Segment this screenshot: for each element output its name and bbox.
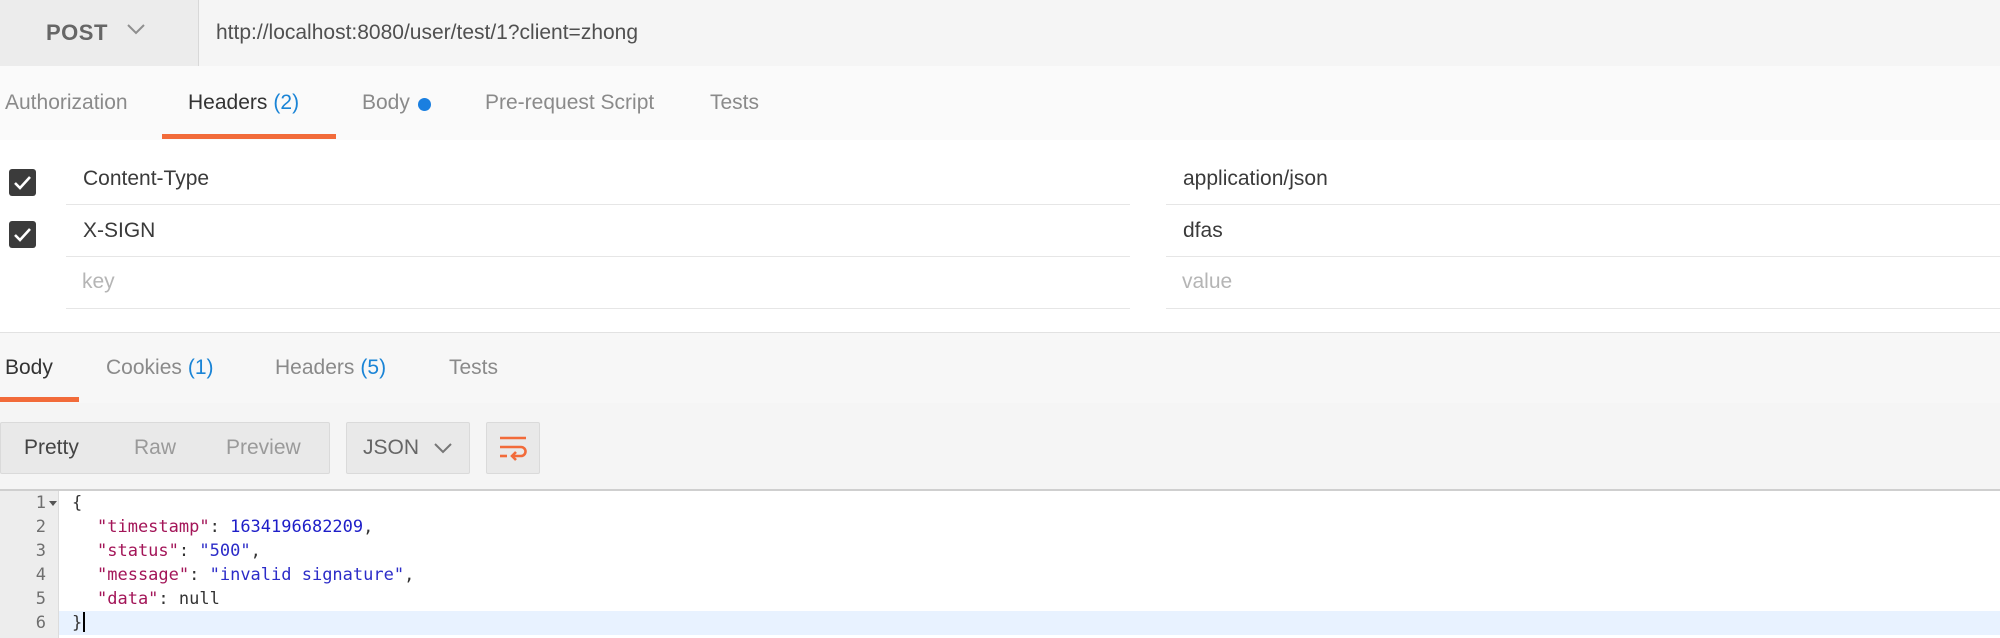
- tab-body[interactable]: Body: [362, 66, 431, 140]
- json-key: "data": [97, 589, 159, 609]
- fold-toggle-icon[interactable]: [49, 501, 57, 506]
- tab-label: Tests: [710, 91, 760, 114]
- json-brace: {: [72, 493, 83, 513]
- line-number: 4: [35, 565, 46, 585]
- response-tab-headers[interactable]: Headers (5): [275, 333, 386, 403]
- format-label: JSON: [363, 436, 420, 459]
- response-tab-body[interactable]: Body: [5, 333, 53, 403]
- json-string: "500": [199, 541, 251, 561]
- text-cursor: [83, 612, 86, 632]
- header-value: application/json: [1183, 167, 1328, 190]
- code-line: }: [72, 611, 86, 635]
- new-header-key-input[interactable]: [82, 268, 1040, 296]
- line-number-gutter: 1 2 3 4 5 6: [0, 491, 59, 638]
- json-brace: }: [72, 613, 83, 633]
- code-line: {: [72, 491, 82, 515]
- response-tabs: Body Cookies (1) Headers (5) Tests: [0, 332, 2000, 404]
- tab-label: Headers: [188, 91, 268, 114]
- current-line-highlight: [59, 611, 2000, 635]
- header-key-cell[interactable]: X-SIGN: [66, 205, 1130, 257]
- tab-headers[interactable]: Headers (2): [188, 66, 299, 140]
- json-number: 1634196682209: [230, 517, 364, 537]
- response-body-editor[interactable]: 1 2 3 4 5 6 { "timestamp": 1634196682209…: [0, 491, 2000, 638]
- headers-table: Content-Type application/json X-SIGN dfa…: [0, 140, 2000, 332]
- request-bar: POST http://localhost:8080/user/test/1?c…: [0, 0, 2000, 67]
- view-preview-button[interactable]: Preview: [226, 423, 301, 473]
- view-mode-segmented-control: Pretty Raw Preview: [0, 422, 330, 474]
- json-key: "message": [97, 565, 190, 585]
- line-number: 5: [35, 589, 46, 609]
- view-pretty-button[interactable]: Pretty: [24, 423, 79, 473]
- tab-label: Cookies: [106, 356, 182, 379]
- json-key: "status": [97, 541, 179, 561]
- request-tabs: Authorization Headers (2) Body Pre-reque…: [0, 66, 2000, 141]
- code-line: "timestamp": 1634196682209,: [97, 517, 374, 537]
- header-key-cell[interactable]: Content-Type: [66, 153, 1130, 205]
- header-value-cell[interactable]: dfas: [1166, 205, 2000, 257]
- response-tab-tests[interactable]: Tests: [449, 333, 498, 403]
- code-line: "status": "500",: [97, 541, 261, 561]
- tab-authorization[interactable]: Authorization: [5, 66, 128, 140]
- chevron-down-icon: [127, 24, 145, 35]
- header-row-checkbox[interactable]: [9, 221, 36, 248]
- line-number: 2: [35, 517, 46, 537]
- code-line: "message": "invalid signature",: [97, 565, 415, 585]
- tab-label: Authorization: [5, 91, 128, 114]
- line-number: 1: [35, 493, 46, 513]
- tab-label: Body: [362, 91, 410, 114]
- active-tab-indicator: [162, 134, 336, 139]
- header-key: Content-Type: [83, 167, 210, 190]
- tab-label: Pre-request Script: [485, 91, 655, 114]
- new-header-value-input[interactable]: [1182, 268, 1933, 296]
- json-key: "timestamp": [97, 517, 210, 537]
- chevron-down-icon: [434, 443, 452, 454]
- method-label: POST: [46, 20, 108, 45]
- tab-count: (5): [360, 356, 387, 379]
- wrap-lines-icon: [500, 436, 527, 461]
- modified-dot-icon: [417, 97, 431, 111]
- tab-tests[interactable]: Tests: [710, 66, 759, 140]
- line-number: 6: [35, 613, 46, 633]
- header-row-checkbox[interactable]: [9, 169, 36, 196]
- json-null: null: [178, 589, 220, 609]
- active-tab-indicator: [0, 397, 79, 402]
- view-raw-button[interactable]: Raw: [134, 423, 176, 473]
- new-header-value-cell: [1166, 257, 2000, 309]
- tab-count: (1): [187, 356, 214, 379]
- header-value: dfas: [1183, 219, 1223, 242]
- tab-pre-request-script[interactable]: Pre-request Script: [485, 66, 654, 140]
- checkmark-icon: [14, 176, 31, 190]
- new-header-key-cell: [66, 257, 1130, 309]
- tab-label: Tests: [449, 356, 499, 379]
- header-value-cell[interactable]: application/json: [1166, 153, 2000, 205]
- tab-label: Body: [5, 356, 53, 379]
- tab-label: Headers: [275, 356, 355, 379]
- wrap-lines-button[interactable]: [486, 422, 540, 474]
- response-format-toolbar: Pretty Raw Preview JSON: [0, 403, 2000, 491]
- response-tab-cookies[interactable]: Cookies (1): [106, 333, 214, 403]
- header-key: X-SIGN: [83, 219, 156, 242]
- tab-count: (2): [273, 91, 300, 114]
- method-dropdown[interactable]: POST: [0, 0, 199, 66]
- checkmark-icon: [14, 228, 31, 242]
- url-input[interactable]: http://localhost:8080/user/test/1?client…: [216, 21, 638, 45]
- line-number: 3: [35, 541, 46, 561]
- code-line: "data": null: [97, 589, 220, 609]
- format-dropdown[interactable]: JSON: [346, 422, 470, 474]
- json-string: "invalid signature": [209, 565, 405, 585]
